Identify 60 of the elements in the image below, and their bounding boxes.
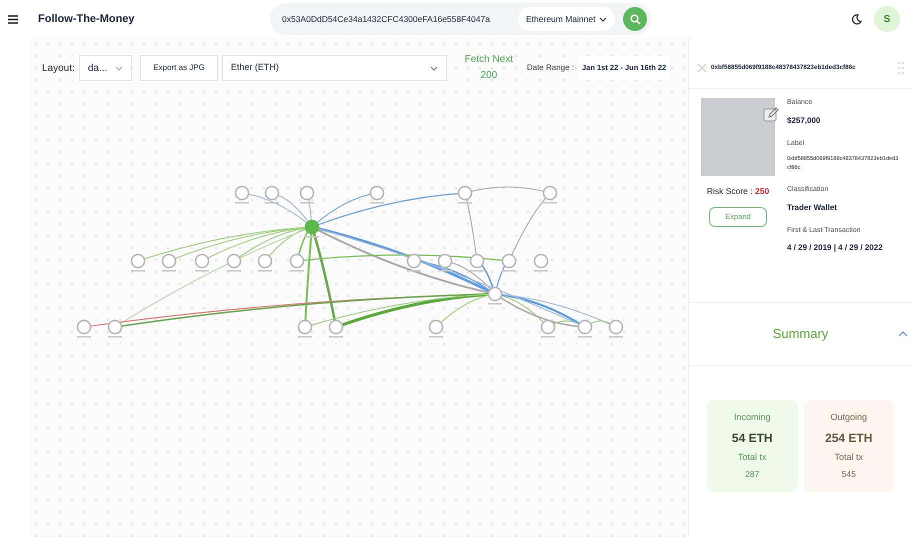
moon-icon[interactable] — [851, 14, 862, 24]
graph-node[interactable] — [234, 186, 250, 204]
graph-node[interactable] — [428, 320, 444, 338]
edit-icon[interactable] — [763, 106, 779, 122]
graph-node[interactable] — [258, 254, 272, 272]
drag-handle-icon[interactable] — [898, 61, 904, 75]
graph-node[interactable] — [328, 320, 344, 338]
graph-node[interactable] — [130, 254, 146, 272]
summary-heading: Summary — [772, 325, 828, 344]
tx-label: Total tx — [834, 450, 863, 464]
search-button[interactable] — [623, 7, 648, 31]
chevron-down-icon — [115, 66, 124, 70]
card-amount: 254 ETH — [825, 430, 872, 447]
graph-node[interactable] — [470, 254, 484, 272]
token-dropdown[interactable]: Ether (ETH) — [222, 55, 447, 81]
graph-node[interactable] — [194, 254, 210, 272]
graph-node[interactable] — [298, 320, 312, 338]
graph-node[interactable] — [608, 320, 624, 338]
card-title: Incoming — [734, 411, 771, 424]
risk-score: Risk Score : 250 — [706, 185, 770, 198]
graph-node[interactable] — [264, 186, 280, 204]
graph-node[interactable] — [162, 254, 176, 272]
field-value: $257,000 — [787, 114, 822, 126]
graph-node[interactable] — [438, 254, 452, 272]
network-dropdown[interactable]: Ethereum Mainnet — [518, 7, 616, 31]
graph-node[interactable] — [290, 254, 304, 272]
graph-node[interactable] — [540, 320, 556, 338]
graph-node[interactable] — [488, 286, 502, 304]
graph-node[interactable] — [534, 254, 548, 272]
graph-node[interactable] — [502, 254, 516, 272]
card-title: Outgoing — [830, 411, 868, 424]
chevron-up-icon[interactable] — [898, 331, 908, 337]
export-button[interactable]: Export as JPG — [140, 55, 218, 81]
card-amount: 54 ETH — [732, 430, 773, 447]
tx-count: 287 — [745, 468, 760, 481]
tx-count: 545 — [842, 468, 856, 481]
graph-node[interactable] — [76, 320, 92, 338]
search-bar[interactable]: 0x53A0DdD54Ce34a1432CFC4300eFA16e558F4047a Ethereum Mainnet — [270, 3, 652, 35]
date-range-label: Date Range : — [526, 62, 574, 74]
chevron-down-icon — [430, 66, 438, 70]
graph-node[interactable] — [304, 220, 320, 238]
search-icon — [630, 14, 641, 24]
graph-node[interactable] — [108, 320, 122, 338]
graph-node[interactable] — [542, 186, 558, 204]
menu-icon[interactable] — [8, 14, 18, 24]
graph-node[interactable] — [406, 254, 422, 272]
graph-node[interactable] — [226, 254, 242, 272]
tx-label: Total tx — [738, 450, 766, 464]
field-value: 4 / 29 / 2019 | 4 / 29 / 2022 — [787, 242, 884, 254]
field-value: Trader Wallet — [787, 202, 838, 214]
layout-dropdown[interactable]: da... — [78, 55, 132, 81]
layout-label: Layout: — [42, 62, 75, 76]
graph-node[interactable] — [370, 186, 384, 204]
app-title: Follow-The-Money — [38, 12, 136, 27]
close-icon[interactable] — [697, 63, 707, 73]
graph-node[interactable] — [578, 320, 592, 338]
chevron-down-icon — [599, 16, 608, 22]
graph-node[interactable] — [458, 186, 472, 204]
graph-node[interactable] — [300, 186, 314, 204]
user-avatar[interactable]: S — [874, 6, 900, 32]
